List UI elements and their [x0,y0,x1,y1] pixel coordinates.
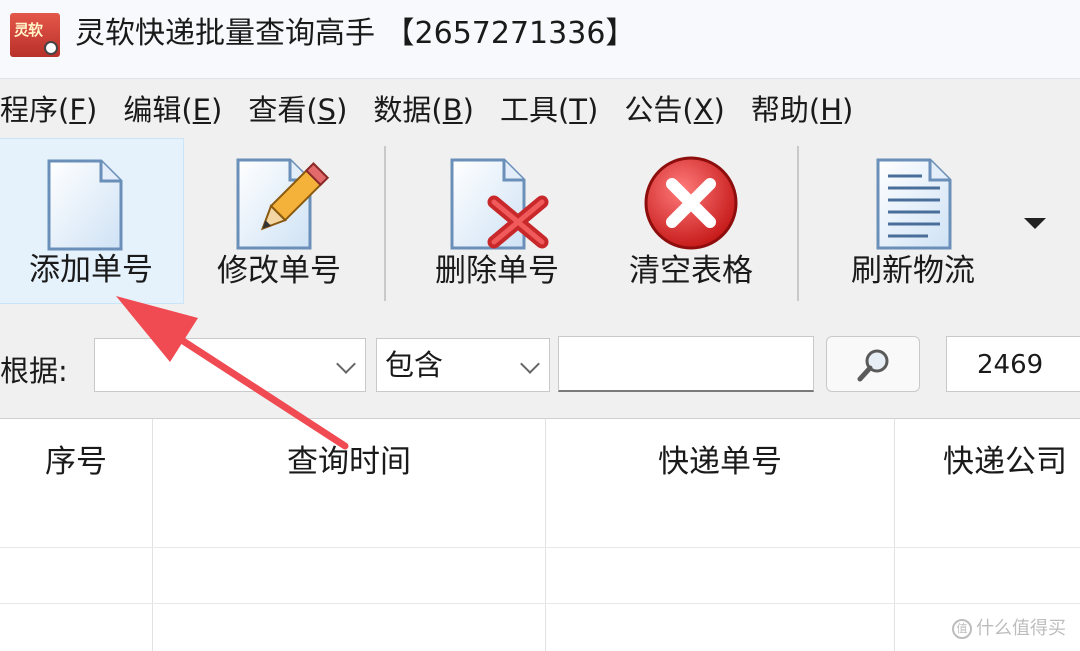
edit-number-label: 修改单号 [217,253,341,289]
column-divider [152,419,153,651]
text-document-icon [876,158,952,250]
count-field[interactable]: 2469 [946,336,1080,392]
results-table: 序号 查询时间 快递单号 快递公司 [0,418,1080,651]
row-divider [0,603,1080,604]
refresh-logistics-button[interactable]: 刷新物流 [828,138,998,304]
menu-notice[interactable]: 公告(X) [624,87,725,129]
add-number-label: 添加单号 [29,252,153,288]
menu-help[interactable]: 帮助(H) [751,87,853,129]
menu-tools[interactable]: 工具(T) [500,87,598,129]
search-button[interactable] [826,336,920,392]
title-bar: 灵软 灵软快递批量查询高手 【2657271336】 [0,0,1080,79]
menu-view[interactable]: 查看(S) [248,87,347,129]
toolbar-separator [384,146,386,301]
clear-table-label: 清空表格 [629,253,753,289]
add-number-button[interactable]: 添加单号 [0,138,184,304]
app-logo-text: 灵软 [14,21,43,39]
menu-program[interactable]: 程序(F) [0,87,97,129]
column-header-tracking-number[interactable]: 快递单号 [546,419,894,505]
row-divider [0,547,1080,548]
menu-data[interactable]: 数据(B) [373,87,474,129]
keyword-input[interactable] [558,336,814,392]
blank-document-icon [47,159,123,251]
refresh-logistics-label: 刷新物流 [851,253,975,289]
search-icon [857,349,889,382]
menu-bar: 程序(F) 编辑(E) 查看(S) 数据(B) 工具(T) 公告(X) 帮助(H… [0,80,1080,136]
column-divider [894,419,895,651]
filter-field-select[interactable] [94,338,366,392]
edit-number-button[interactable]: 修改单号 [196,138,362,304]
watermark-text: 什么值得买 [976,618,1066,639]
red-x-circle-icon [644,156,738,250]
column-divider [545,419,546,651]
magnifier-icon [44,41,58,55]
toolbar: 添加单号 修改单号 删除单号 清空表格 刷新物流 [0,138,1080,308]
column-header-query-time[interactable]: 查询时间 [153,419,545,505]
delete-number-label: 删除单号 [435,253,559,289]
column-header-index[interactable]: 序号 [0,419,152,505]
filter-by-label: 根据: [0,354,68,388]
menu-edit[interactable]: 编辑(E) [123,87,222,129]
toolbar-overflow-chevron-icon[interactable] [1024,218,1046,229]
watermark: 值什么值得买 [952,614,1066,640]
delete-number-button[interactable]: 删除单号 [412,138,582,304]
delete-document-icon [450,158,549,250]
toolbar-separator [797,146,799,301]
filter-bar: 根据: 包含 2469 [0,322,1080,412]
window-title: 灵软快递批量查询高手 【2657271336】 [75,16,636,51]
match-mode-select[interactable]: 包含 [376,338,550,392]
clear-table-button[interactable]: 清空表格 [606,138,776,304]
watermark-logo-icon: 值 [952,619,972,639]
chevron-down-icon [336,354,356,374]
pencil-document-icon [236,158,330,250]
match-mode-value: 包含 [385,348,444,382]
column-header-courier[interactable]: 快递公司 [895,419,1080,505]
app-logo-icon: 灵软 [10,13,60,57]
chevron-down-icon [520,354,540,374]
